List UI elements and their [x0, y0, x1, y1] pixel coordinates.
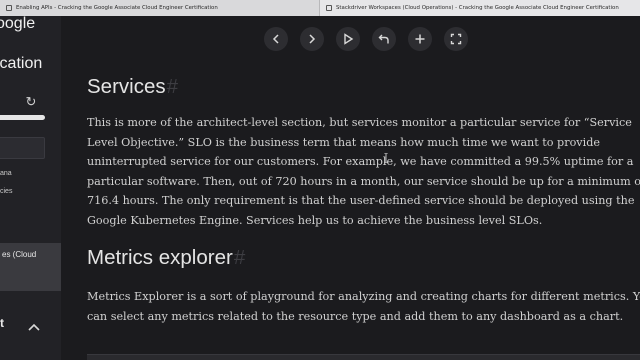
chevron-right-icon: [309, 34, 316, 44]
heading-text: Services: [87, 75, 166, 98]
forward-button[interactable]: [300, 27, 324, 51]
browser-tab-stackdriver[interactable]: Stackdriver Workspaces (Cloud Operations…: [320, 0, 640, 16]
back-button[interactable]: [264, 27, 288, 51]
page-favicon-icon: [6, 5, 12, 11]
refresh-icon[interactable]: ↻: [24, 95, 38, 109]
sidebar-title-line: l: [0, 34, 61, 54]
section-heading-metrics-explorer: Metrics explorer#: [87, 246, 245, 270]
sidebar-item-label: es (Cloud: [2, 250, 37, 259]
tab-title: Stackdriver Workspaces (Cloud Operations…: [336, 5, 619, 11]
heading-anchor-link[interactable]: #: [234, 246, 245, 269]
undo-button[interactable]: [372, 27, 396, 51]
services-paragraph: This is more of the architect-level sect…: [87, 113, 640, 230]
fullscreen-button[interactable]: [444, 27, 468, 51]
text-line: Level Objective.” SLO is the business te…: [87, 135, 600, 149]
chevron-up-icon[interactable]: [28, 323, 40, 331]
text-line: uninterrupted service for our customers.…: [87, 155, 634, 168]
text-line: can select any metrics related to the re…: [87, 309, 624, 323]
sidebar-section-label: t: [0, 316, 4, 330]
browser-tab-enabling-apis[interactable]: Enabling APIs - Cracking the Google Asso…: [0, 0, 320, 16]
text-line: Google Kubernetes Engine. Services help …: [87, 213, 543, 227]
player-toolbar: [264, 27, 468, 51]
play-button[interactable]: [336, 27, 360, 51]
plus-icon: [415, 34, 425, 44]
undo-icon: [378, 34, 389, 44]
sidebar-title-line: oogle: [0, 16, 36, 32]
heading-anchor-link[interactable]: #: [167, 75, 178, 98]
sidebar-book-title: oogle l ication: [0, 16, 61, 74]
page-favicon-icon: [326, 5, 332, 11]
code-block: [87, 354, 640, 360]
text-line: This is more of the architect-level sect…: [87, 116, 632, 129]
sidebar-item-active[interactable]: es (Cloud: [0, 243, 61, 291]
text-line: particular software. Then, out of 720 ho…: [87, 174, 640, 188]
metrics-explorer-paragraph: Metrics Explorer is a sort of playground…: [87, 287, 640, 326]
chevron-left-icon: [272, 34, 279, 44]
search-input[interactable]: [0, 137, 45, 159]
text-cursor-icon: [384, 153, 388, 163]
text-line: 716.4 hours. The only requirement is tha…: [87, 194, 635, 207]
sidebar-title-line: ication: [0, 55, 43, 72]
reading-progress-bar: [0, 115, 45, 120]
section-heading-services: Services#: [87, 75, 178, 99]
play-icon: [344, 33, 354, 45]
fullscreen-icon: [450, 33, 462, 45]
sidebar-item[interactable]: ana: [0, 170, 12, 177]
tab-title: Enabling APIs - Cracking the Google Asso…: [16, 5, 218, 11]
sidebar-item[interactable]: cies: [0, 188, 12, 195]
add-button[interactable]: [408, 27, 432, 51]
tab-strip: Enabling APIs - Cracking the Google Asso…: [0, 0, 640, 16]
heading-text: Metrics explorer: [87, 246, 233, 269]
text-line: Metrics Explorer is a sort of playground…: [87, 290, 640, 303]
book-sidebar: oogle l ication ↻ ana cies es (Cloud t: [0, 16, 61, 360]
